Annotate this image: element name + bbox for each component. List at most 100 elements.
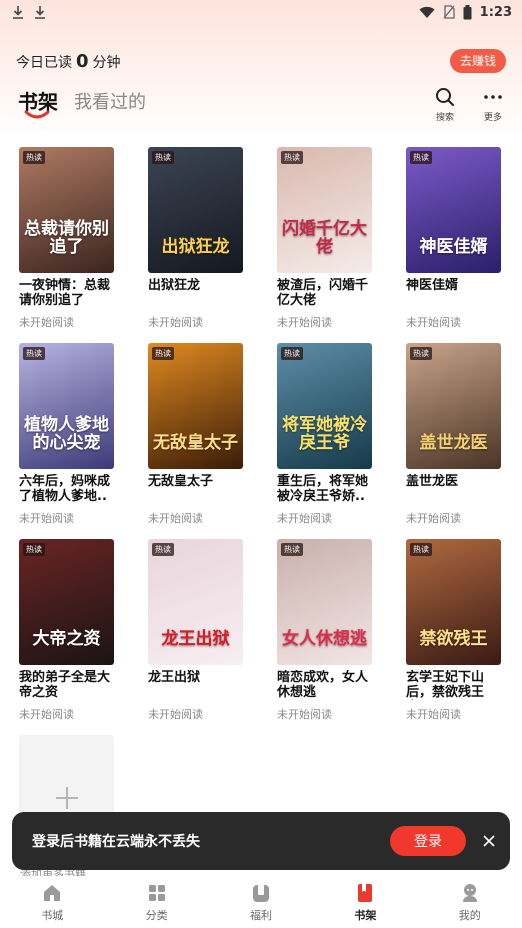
cover-title-art: 龙王出狱 (161, 629, 230, 650)
book-item[interactable]: 热读 神医佳婿 神医佳婿 未开始阅读 (406, 147, 501, 329)
reading-status: 未开始阅读 (19, 316, 74, 329)
search-button[interactable]: 搜索 (432, 86, 458, 123)
hot-read-badge: 热读 (152, 543, 174, 556)
hot-read-badge: 热读 (23, 347, 45, 360)
plus-icon (55, 787, 78, 809)
book-cover[interactable]: 热读植物人爹地的心尖宠 (19, 343, 114, 469)
reading-status: 未开始阅读 (148, 708, 203, 721)
book-title[interactable]: 我的弟子全是大帝之资 (19, 670, 114, 700)
book-cover[interactable]: 热读 闪婚千亿大佬 (277, 147, 372, 273)
cover-title-art: 女人休想逃 (282, 629, 367, 650)
book-item[interactable]: 热读 无敌皇太子 无敌皇太子 未开始阅读 (148, 343, 243, 525)
cover-title-art: 出狱狂龙 (161, 237, 230, 258)
nav-label: 福利 (249, 909, 272, 922)
reading-time-suffix: 分钟 (92, 54, 121, 71)
book-item[interactable]: 热读 龙王出狱 龙王出狱 未开始阅读 (148, 539, 243, 721)
book-title[interactable]: 龙王出狱 (148, 670, 243, 700)
book-cover[interactable]: 热读出狱狂龙 (148, 147, 243, 273)
book-item[interactable]: 热读 大帝之资我的弟子全是大帝之资未开始阅读 (19, 539, 114, 721)
book-title[interactable]: 一夜钟情：总裁请你别追了 (19, 278, 114, 308)
book-cover[interactable]: 热读 盖世龙医 (406, 343, 501, 469)
hot-read-badge: 热读 (281, 543, 303, 556)
nav-item-gift[interactable]: 福利 (231, 881, 291, 923)
book-item[interactable]: 热读将军她被冷戾王爷重生后，将军她被冷戾王爷娇.. 未开始阅读 (277, 343, 372, 525)
nav-item-home[interactable]: 书城 (22, 881, 82, 923)
cover-title-art: 闪婚千亿大佬 (282, 219, 367, 258)
book-title[interactable]: 暗恋成欢，女人休想逃 (277, 670, 372, 700)
book-item[interactable]: 热读女人休想逃暗恋成欢，女人休想逃未开始阅读 (277, 539, 372, 721)
book-title[interactable]: 重生后，将军她被冷戾王爷娇.. (277, 474, 372, 504)
book-item[interactable]: 热读 闪婚千亿大佬 被渣后，闪婚千亿大佬 未开始阅读 (277, 147, 372, 329)
book-cover[interactable]: 热读 禁欲残王 (406, 539, 501, 665)
book-title[interactable]: 被渣后，闪婚千亿大佬 (277, 278, 372, 308)
clock: 1:23 (479, 4, 512, 20)
status-bar: 1:23 (0, 0, 522, 24)
cover-title-art: 禁欲残王 (419, 629, 488, 650)
book-cover[interactable]: 热读 女人休想逃 (277, 539, 372, 665)
book-cover[interactable]: 热读龙王出狱 (148, 539, 243, 665)
tab-history[interactable]: 我看过的 (74, 88, 146, 114)
wifi-icon (419, 6, 435, 18)
hot-read-badge: 热读 (281, 347, 303, 360)
book-item[interactable]: 热读植物人爹地的心尖宠六年后，妈咪成了植物人爹地.. 未开始阅读 (19, 343, 114, 525)
book-item[interactable]: 热读禁欲残王玄学王妃下山后，禁欲残王宠.. 未开始阅读 (406, 539, 501, 721)
gift-icon (252, 885, 269, 902)
hot-read-badge: 热读 (152, 151, 174, 164)
book-title[interactable]: 出狱狂龙 (148, 278, 243, 308)
no-sim-icon (443, 5, 455, 19)
book-cover[interactable]: 热读 总裁请你别追了 (19, 147, 114, 273)
nav-label: 分类 (145, 909, 168, 922)
cover-title-art: 将军她被冷戾王爷 (282, 415, 367, 454)
tab-bookshelf[interactable]: 书架 (18, 86, 58, 119)
book-grid: 热读 总裁请你别追了 一夜钟情：总裁请你别追了 未开始阅读 热读 出狱狂龙 出狱狂龙 未开始阅… (19, 147, 501, 913)
login-prompt-banner: 登录后书籍在云端永不丢失 登录 (12, 812, 510, 870)
book-title[interactable]: 神医佳婿 (406, 278, 501, 308)
more-button[interactable]: 更多 (480, 86, 506, 123)
nav-label: 书架 (354, 909, 377, 922)
nav-label: 我的 (458, 909, 481, 922)
login-prompt-text: 登录后书籍在云端永不丢失 (32, 834, 200, 850)
reading-time-row: 今日已读 0 分钟 去赚钱 (16, 48, 506, 74)
book-cover[interactable]: 热读 大帝之资 (19, 539, 114, 665)
cover-title-art: 神医佳婿 (419, 237, 488, 258)
reading-status: 未开始阅读 (277, 708, 332, 721)
book-item[interactable]: 热读 盖世龙医 盖世龙医 未开始阅读 (406, 343, 501, 525)
reading-status: 未开始阅读 (406, 708, 461, 721)
reading-status: 未开始阅读 (277, 512, 332, 525)
more-dots-icon (484, 95, 502, 99)
hot-read-badge: 热读 (410, 347, 432, 360)
earn-money-button[interactable]: 去赚钱 (449, 49, 506, 73)
shelf-tabs: 书架 我看过的 搜索 更多 (18, 86, 506, 130)
book-item[interactable]: 热读 出狱狂龙 出狱狂龙 未开始阅读 (148, 147, 243, 329)
cover-title-art: 植物人爹地的心尖宠 (24, 415, 109, 454)
login-button[interactable]: 登录 (390, 826, 466, 856)
hot-read-badge: 热读 (281, 151, 303, 164)
home-icon (44, 885, 61, 901)
reading-time-minutes: 0 (76, 50, 89, 72)
reading-status: 未开始阅读 (19, 708, 74, 721)
hot-read-badge: 热读 (23, 543, 45, 556)
smile-underline-icon (24, 110, 50, 119)
bookshelf-icon (358, 884, 373, 902)
book-cover[interactable]: 热读 神医佳婿 (406, 147, 501, 273)
book-cover[interactable]: 热读将军她被冷戾王爷 (277, 343, 372, 469)
cover-title-art: 无敌皇太子 (153, 433, 238, 454)
nav-item-grid[interactable]: 分类 (127, 881, 187, 923)
search-icon (436, 88, 454, 106)
hot-read-badge: 热读 (152, 347, 174, 360)
search-label: 搜索 (435, 113, 454, 123)
book-title[interactable]: 六年后，妈咪成了植物人爹地.. (19, 474, 114, 504)
cover-title-art: 总裁请你别追了 (24, 219, 109, 258)
hot-read-badge: 热读 (23, 151, 45, 164)
battery-icon (463, 4, 472, 19)
book-title[interactable]: 玄学王妃下山后，禁欲残王宠.. (406, 670, 501, 700)
close-icon[interactable] (482, 834, 496, 848)
book-item[interactable]: 热读总裁请你别追了一夜钟情：总裁请你别追了未开始阅读 (19, 147, 114, 329)
book-title[interactable]: 无敌皇太子 (148, 474, 243, 504)
more-label: 更多 (483, 113, 502, 123)
nav-item-profile[interactable]: 我的 (440, 881, 500, 923)
book-title[interactable]: 盖世龙医 (406, 474, 501, 504)
nav-item-bookshelf[interactable]: 书架 (335, 881, 395, 923)
book-cover[interactable]: 热读 无敌皇太子 (148, 343, 243, 469)
reading-status: 未开始阅读 (19, 512, 74, 525)
